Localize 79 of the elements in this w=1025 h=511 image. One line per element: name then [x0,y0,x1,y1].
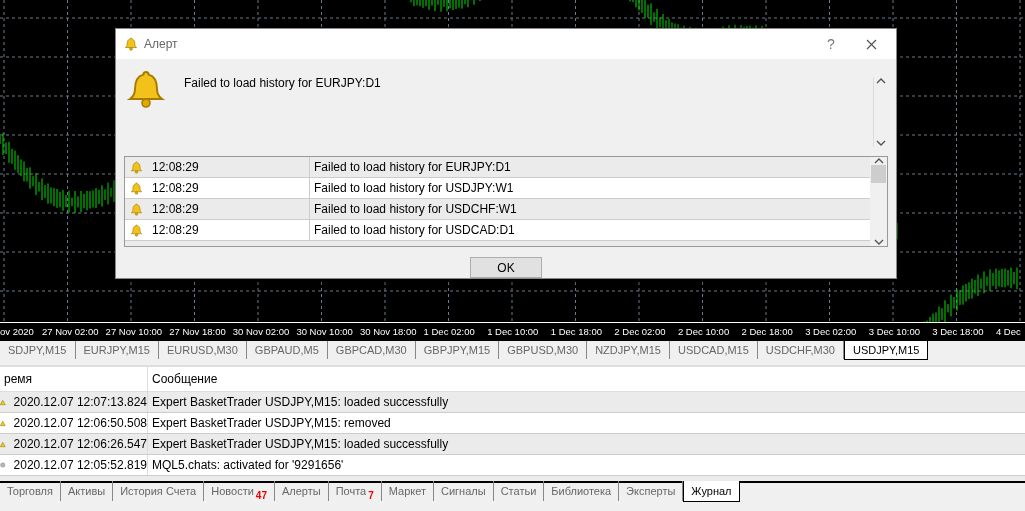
table-cell-text: 12:08:29 [151,202,199,216]
time-axis-label: ov 2020 [0,325,35,339]
table-cell-text: 12:08:29 [151,181,199,195]
time-axis-label: 27 Nov 10:00 [104,325,164,339]
chart-tab[interactable]: GBPUSD,M30 [499,341,588,359]
table-cell-text: 2020.12.07 12:05:52.819 [12,458,147,472]
dot-icon [0,461,6,469]
time-axis-label: 3 Dec 18:00 [931,325,985,339]
chart-tab[interactable]: SDJPY,M15 [0,341,76,359]
panel-tab[interactable]: Алерты [274,481,329,501]
panel-tab[interactable]: Сигналы [434,481,494,501]
column-header[interactable]: ремя [0,372,33,386]
panel-tab[interactable]: Журнал [683,481,740,502]
table-cell-text: Failed to load history for USDCAD:D1 [313,223,515,237]
close-icon [865,38,877,50]
time-axis-label: 27 Nov 18:00 [168,325,227,339]
table-cell-text: Failed to load history for USDCHF:W1 [313,202,517,216]
table-cell-text: Failed to load history for USDJPY:W1 [313,181,514,195]
count-label: 47 [255,490,267,501]
panel-tab[interactable]: Библиотека [544,481,620,501]
chart-tab[interactable]: EURJPY,M15 [75,341,159,359]
ok-button[interactable]: OK [470,257,542,278]
chart-tab[interactable]: GBPJPY,M15 [415,341,500,359]
warning-icon [0,418,6,428]
bell-icon [130,160,143,174]
scroll-down-icon[interactable] [876,140,886,147]
table-cell-text: Failed to load history for EURJPY:D1 [313,160,511,174]
chart-tab[interactable]: GBPCAD,M30 [327,341,416,359]
chart-tab[interactable]: GBPAUD,M5 [246,341,328,359]
alert-message: Failed to load history for EURJPY:D1 [184,75,382,92]
table-cell-text: 12:08:29 [151,223,199,237]
scroll-up-icon[interactable] [876,77,886,84]
help-button[interactable]: ? [814,30,848,58]
panel-tab[interactable]: Новости 47 [204,481,275,501]
time-axis-label: 3 Dec 10:00 [867,325,921,339]
scrollbar-thumb[interactable] [871,164,886,183]
panel-tab[interactable]: Активы [60,481,114,501]
time-axis-label: 30 Nov 10:00 [295,325,354,339]
time-axis-label: 2 Dec 02:00 [613,325,667,339]
window-title: Алерт [144,37,179,51]
bell-icon [130,223,143,237]
chart-tab[interactable]: USDCHF,M30 [757,341,844,359]
scroll-down-icon[interactable] [873,239,884,247]
panel-tab[interactable]: История Счета [113,481,205,501]
table-cell-text: 2020.12.07 12:07:13.824 [12,395,147,409]
chart-tab[interactable]: NZDJPY,M15 [587,341,670,359]
bell-icon [130,202,143,216]
time-axis-label: 30 Nov 02:00 [231,325,291,339]
scroll-up-icon[interactable] [873,157,884,164]
time-axis-label: 27 Nov 02:00 [41,325,100,339]
column-header[interactable]: Сообщение [148,372,218,386]
panel-tab[interactable]: Маркет [381,481,434,501]
table-cell-text: 2020.12.07 12:06:50.508 [12,416,147,430]
time-axis-label: 1 Dec 10:00 [486,325,540,339]
panel-tab[interactable]: Почта 7 [328,481,382,501]
table-cell-text: MQL5.chats: activated for '9291656' [151,458,344,472]
time-axis-label: 4 Dec [994,325,1022,339]
panel-tab[interactable]: Статьи [493,481,545,501]
time-axis-label: 2 Dec 18:00 [740,325,794,339]
bell-icon [124,37,138,51]
table-cell-text: Expert BasketTrader USDJPY,M15: loaded successfully [151,395,449,409]
time-axis-label: 1 Dec 02:00 [422,325,476,339]
time-axis-label: 30 Nov 18:00 [358,325,418,339]
table-cell-text: Expert BasketTrader USDJPY,M15: loaded successfully [151,437,449,451]
chart-tab[interactable]: USDCAD,M15 [669,341,758,359]
chart-tab[interactable]: USDJPY,M15 [843,341,929,360]
bell-icon [130,181,143,195]
warning-icon [0,397,6,407]
time-axis-label: 2 Dec 10:00 [676,325,731,339]
panel-tab[interactable]: Торговля [0,481,61,501]
chart-tab[interactable]: EURUSD,M30 [158,341,247,359]
time-axis-label: 1 Dec 18:00 [549,325,603,339]
bell-icon [126,69,166,109]
table-cell-text: 12:08:29 [151,160,199,174]
time-axis-label: 3 Dec 02:00 [804,325,858,339]
table-cell-text: Expert BasketTrader USDJPY,M15: removed [151,416,391,430]
table-cell-text: 2020.12.07 12:06:26.547 [12,437,147,451]
count-label: 7 [368,490,374,501]
warning-icon [0,439,6,449]
